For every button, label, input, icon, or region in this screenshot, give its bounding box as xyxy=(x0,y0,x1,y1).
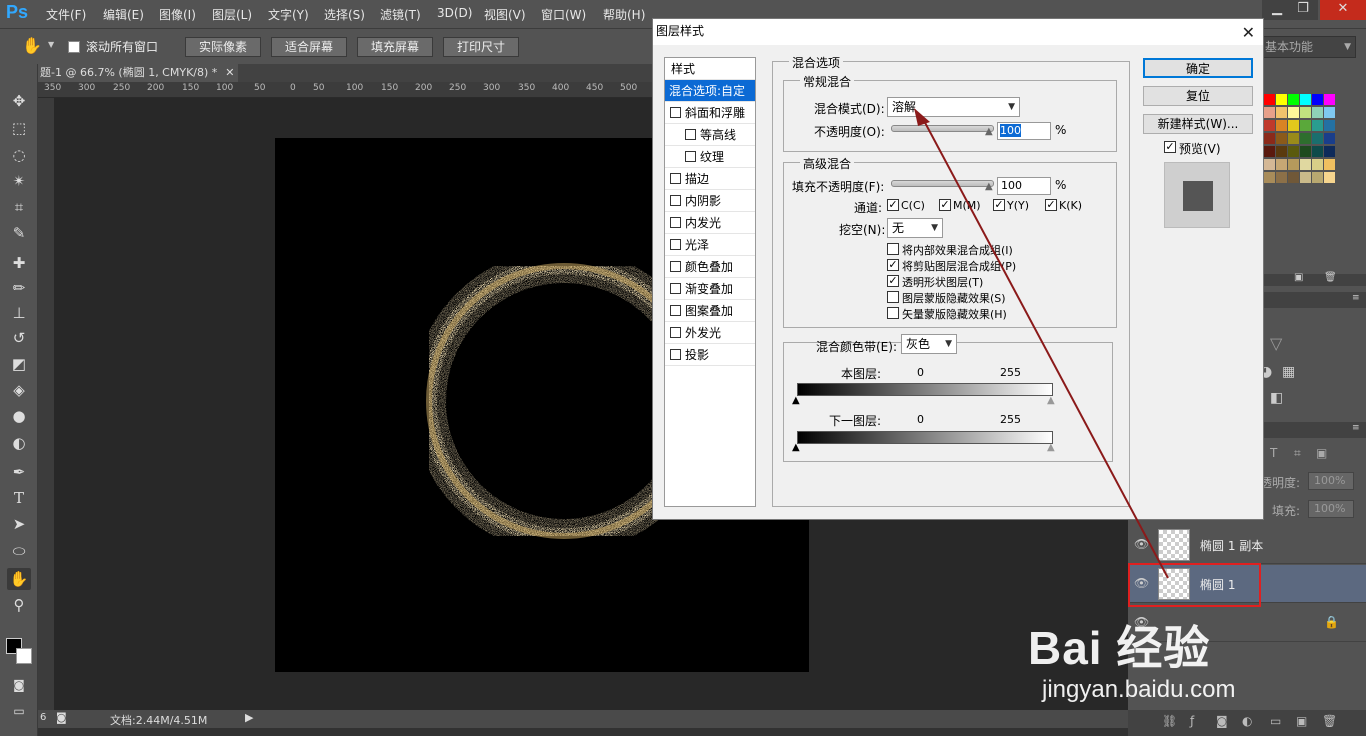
watermark-brand: Bai 经验 xyxy=(1028,622,1211,674)
baidu-watermark: Bai 经验 jingyan.baidu.com xyxy=(1028,612,1235,704)
watermark-url: jingyan.baidu.com xyxy=(1042,676,1236,703)
